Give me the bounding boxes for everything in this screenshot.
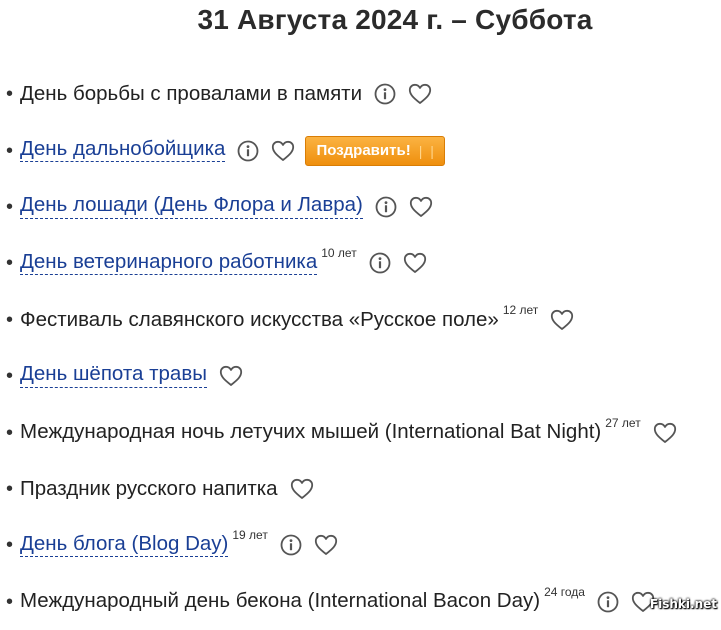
heart-icon[interactable] xyxy=(403,252,427,274)
holiday-name: Международная ночь летучих мышей (Intern… xyxy=(20,420,602,444)
heart-icon[interactable] xyxy=(408,83,432,105)
info-icon[interactable] xyxy=(375,196,397,218)
congratulate-button-label: Поздравить! xyxy=(316,142,411,160)
heart-icon[interactable] xyxy=(314,534,338,556)
bullet: • xyxy=(6,477,14,500)
info-icon[interactable] xyxy=(280,534,302,556)
list-item: • Международный день бекона (Internationa… xyxy=(6,574,721,630)
holiday-name: День борьбы с провалами в памяти xyxy=(20,81,363,105)
holiday-link[interactable]: День дальнобойщика xyxy=(20,138,226,163)
bullet: • xyxy=(6,139,14,162)
years-badge: 10 лет xyxy=(321,246,357,261)
list-item: • Фестиваль славянского искусства «Русско… xyxy=(6,292,721,348)
years-badge: 12 лет xyxy=(502,302,539,317)
watermark: Fishki.net xyxy=(649,597,717,611)
list-item: • День ветеринарного работника 10 лет xyxy=(6,235,721,291)
page-title: 31 Августа 2024 г. – Суббота xyxy=(197,4,593,35)
info-icon[interactable] xyxy=(369,252,391,274)
bullet: • xyxy=(6,83,14,106)
info-icon[interactable] xyxy=(374,83,396,105)
holiday-link[interactable]: День шёпота травы xyxy=(20,364,207,388)
bullet: • xyxy=(6,308,14,331)
heart-icon[interactable] xyxy=(550,309,574,331)
info-icon[interactable] xyxy=(597,591,619,613)
years-badge: 19 лет xyxy=(232,528,268,543)
bullet: • xyxy=(6,365,14,388)
bullet: • xyxy=(6,195,14,218)
info-icon[interactable] xyxy=(237,140,259,162)
bullet: • xyxy=(6,252,14,275)
heart-icon[interactable] xyxy=(653,422,677,444)
list-item: • День борьбы с провалами в памяти xyxy=(6,66,721,122)
years-badge: 24 года xyxy=(544,584,585,599)
heart-icon[interactable] xyxy=(219,365,243,387)
congratulate-button[interactable]: Поздравить! | | xyxy=(305,135,445,166)
list-item: • День шёпота травы xyxy=(6,348,721,404)
bullet: • xyxy=(6,421,14,444)
holiday-list: • День борьбы с провалами в памяти • День д… xyxy=(6,66,721,630)
holiday-link[interactable]: День блога (Blog Day) xyxy=(20,533,229,558)
list-item: • День лошади (День Флора и Лавра) xyxy=(6,179,721,235)
congratulate-button-bars: | | xyxy=(418,142,436,159)
list-item: • Праздник русского напитка xyxy=(6,461,721,517)
holiday-name: Фестиваль славянского искусства «Русское… xyxy=(20,307,499,331)
holiday-name: Праздник русского напитка xyxy=(20,476,278,500)
heart-icon[interactable] xyxy=(409,196,433,218)
heart-icon[interactable] xyxy=(290,478,314,500)
list-item: • Международная ночь летучих мышей (Inter… xyxy=(6,404,721,460)
heart-icon[interactable] xyxy=(271,140,295,162)
list-item: • День дальнобойщика Поздравить! | | xyxy=(6,122,721,178)
bullet: • xyxy=(6,534,14,557)
holiday-link[interactable]: День лошади (День Флора и Лавра) xyxy=(20,195,363,219)
holiday-name: Международный день бекона (International… xyxy=(20,589,541,613)
years-badge: 27 лет xyxy=(605,415,641,430)
list-item: • День блога (Blog Day) 19 лет xyxy=(6,517,721,573)
bullet: • xyxy=(6,590,14,613)
holiday-link[interactable]: День ветеринарного работника xyxy=(20,251,318,276)
